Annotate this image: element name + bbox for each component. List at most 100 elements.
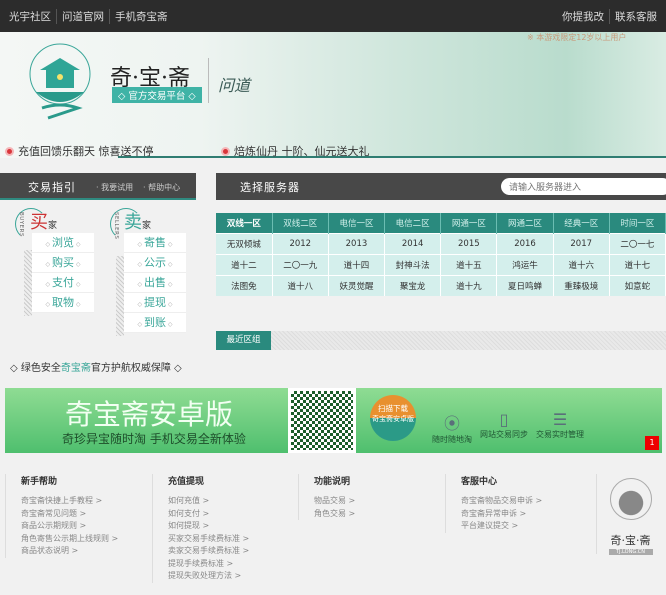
server-cell[interactable]: 道十五 bbox=[440, 253, 498, 275]
server-region-tab[interactable]: 网通二区 bbox=[496, 213, 554, 233]
notice-text[interactable]: 充值回馈乐翻天 惊喜送不停 bbox=[18, 143, 154, 159]
seller-step[interactable]: 提现 bbox=[124, 293, 186, 313]
footer-link[interactable]: 奇宝斋异常申诉 > bbox=[461, 508, 585, 521]
notice-item[interactable]: 焙炼仙丹 十阶、仙元送大礼 bbox=[221, 143, 370, 159]
server-cell[interactable]: 法图免 bbox=[216, 274, 273, 296]
server-cell[interactable]: 夏日鸣蝉 bbox=[496, 274, 554, 296]
nav-link-official-site[interactable]: 问道官网 bbox=[57, 9, 110, 24]
seller-step[interactable]: 寄售 bbox=[124, 233, 186, 253]
footer-link[interactable]: 奇宝斋物品交易申诉 > bbox=[461, 495, 585, 508]
server-cell[interactable]: 重臻极境 bbox=[553, 274, 610, 296]
scan-sublabel: 奇宝斋安卓版 bbox=[372, 415, 414, 423]
buyer-step[interactable]: 支付 bbox=[32, 273, 94, 293]
feature-label: 交易实时管理 bbox=[536, 430, 584, 439]
link-try[interactable]: · 我要试用 bbox=[96, 182, 133, 193]
nav-link-feedback[interactable]: 你提我改 bbox=[557, 9, 610, 24]
server-region-tab[interactable]: 电信二区 bbox=[384, 213, 442, 233]
server-cell[interactable]: 封神斗法 bbox=[384, 253, 442, 275]
footer-link[interactable]: 奇宝斋快捷上手教程 > bbox=[21, 495, 145, 508]
footer-link[interactable]: 角色寄售公示期上线规则 > bbox=[21, 533, 145, 546]
server-region-tab[interactable]: 电信一区 bbox=[328, 213, 386, 233]
server-region-tab[interactable]: 经典一区 bbox=[553, 213, 610, 233]
server-region-tab[interactable]: 双线二区 bbox=[272, 213, 329, 233]
server-cell[interactable]: 道十七 bbox=[609, 253, 666, 275]
server-cell[interactable]: 妖灵觉醒 bbox=[328, 274, 386, 296]
banner-page-indicator[interactable]: 1 bbox=[645, 436, 659, 450]
brand-subtitle: ◇ 官方交易平台 ◇ bbox=[112, 87, 202, 103]
buyers-heading: 买家 bbox=[30, 208, 57, 234]
server-select-title: 选择服务器 bbox=[240, 181, 300, 194]
footer-link[interactable]: 买家交易手续费标准 > bbox=[168, 533, 292, 546]
bullet-icon bbox=[221, 146, 230, 156]
footer-link[interactable]: 商品公示期规则 > bbox=[21, 520, 145, 533]
server-cell[interactable]: 道十二 bbox=[216, 253, 273, 275]
footer-column-title: 客服中心 bbox=[461, 477, 498, 487]
footer-logo-text: 奇·宝·斋 bbox=[610, 534, 651, 547]
server-cell[interactable]: 鸿运牛 bbox=[496, 253, 554, 275]
buyers-english-label: BUYERS bbox=[18, 212, 24, 237]
footer-column-title: 新手帮助 bbox=[21, 477, 58, 487]
server-cell[interactable]: 2014 bbox=[384, 232, 442, 254]
footer-link[interactable]: 提现手续费标准 > bbox=[168, 558, 292, 571]
buyer-step[interactable]: 取物 bbox=[32, 293, 94, 313]
server-cell[interactable]: 二〇一七 bbox=[609, 232, 666, 254]
server-table: 双线一区 双线二区 电信一区 电信二区 网通一区 网通二区 经典一区 时间一区 无双倾城 201… bbox=[216, 213, 666, 296]
footer-link[interactable]: 提现失败处理方法 > bbox=[168, 570, 292, 583]
footer-link[interactable]: 如何支付 > bbox=[168, 508, 292, 521]
footer-link[interactable]: 奇宝斋常见问题 > bbox=[21, 508, 145, 521]
buyer-step[interactable]: 购买 bbox=[32, 253, 94, 273]
nav-link-community[interactable]: 光宇社区 bbox=[4, 9, 57, 24]
server-region-tab[interactable]: 时间一区 bbox=[609, 213, 666, 233]
server-cell[interactable]: 2015 bbox=[440, 232, 498, 254]
footer-column-title: 充值提现 bbox=[168, 477, 205, 487]
server-cell[interactable]: 道十四 bbox=[328, 253, 386, 275]
server-cell[interactable]: 二〇一九 bbox=[272, 253, 329, 275]
server-row: 法图免 道十八 妖灵觉醒 聚宝龙 道十九 夏日鸣蝉 重臻极境 如意蛇 bbox=[216, 274, 666, 296]
server-cell[interactable]: 道十六 bbox=[553, 253, 610, 275]
buyer-step[interactable]: 浏览 bbox=[32, 233, 94, 253]
server-search-input[interactable] bbox=[501, 178, 666, 195]
server-cell[interactable]: 2012 bbox=[272, 232, 329, 254]
guarantee-post: 官方护航权威保障 ◇ bbox=[90, 363, 182, 374]
nav-link-support[interactable]: 联系客服 bbox=[610, 9, 662, 24]
feature-label: 随时随地淘 bbox=[432, 435, 472, 444]
server-cell[interactable]: 道十八 bbox=[272, 274, 329, 296]
seller-step[interactable]: 到账 bbox=[124, 313, 186, 333]
notice-item[interactable]: 充值回馈乐翻天 惊喜送不停 bbox=[5, 143, 154, 159]
sellers-suffix: 家 bbox=[142, 221, 152, 231]
seller-step[interactable]: 出售 bbox=[124, 273, 186, 293]
server-cell[interactable]: 2017 bbox=[553, 232, 610, 254]
footer-link[interactable]: 角色交易 > bbox=[314, 508, 438, 521]
footer-link[interactable]: 平台建议提交 > bbox=[461, 520, 585, 533]
nav-link-mobile[interactable]: 手机奇宝斋 bbox=[110, 9, 173, 24]
footer-link[interactable]: 商品状态说明 > bbox=[21, 545, 145, 558]
server-cell[interactable]: 如意蛇 bbox=[609, 274, 666, 296]
server-cell[interactable]: 2016 bbox=[496, 232, 554, 254]
divider bbox=[208, 58, 209, 103]
footer-column: 功能说明 物品交易 > 角色交易 > bbox=[298, 474, 438, 520]
server-cell[interactable]: 道十九 bbox=[440, 274, 498, 296]
server-cell[interactable]: 2013 bbox=[328, 232, 386, 254]
pavilion-logo-icon[interactable] bbox=[22, 42, 98, 122]
guarantee-pre: ◇ 绿色安全 bbox=[10, 363, 61, 374]
feature-manage: ☰ 交易实时管理 bbox=[536, 410, 584, 440]
game-logo[interactable]: 问道 bbox=[218, 72, 250, 96]
tab-recent-servers[interactable]: 最近区组 bbox=[216, 331, 271, 350]
server-cell[interactable]: 聚宝龙 bbox=[384, 274, 442, 296]
notice-text[interactable]: 焙炼仙丹 十阶、仙元送大礼 bbox=[234, 143, 370, 159]
footer-link[interactable]: 如何提现 > bbox=[168, 520, 292, 533]
link-help-center[interactable]: · 帮助中心 bbox=[143, 182, 180, 193]
footer-logo-url: TJ.LONG.CN bbox=[608, 549, 653, 555]
server-region-tab[interactable]: 网通一区 bbox=[440, 213, 498, 233]
devices-icon: ▯ bbox=[499, 410, 509, 429]
seller-step[interactable]: 公示 bbox=[124, 253, 186, 273]
sellers-heading: 卖家 bbox=[124, 208, 151, 234]
server-region-tab[interactable]: 双线一区 bbox=[216, 213, 273, 233]
server-cell[interactable]: 无双倾城 bbox=[216, 232, 273, 254]
footer-link[interactable]: 如何充值 > bbox=[168, 495, 292, 508]
footer-column: 新手帮助奇宝斋快捷上手教程 > 奇宝斋常见问题 > 商品公示期规则 > 角色寄售公示期… bbox=[5, 474, 145, 558]
footer-link[interactable]: 物品交易 > bbox=[314, 495, 438, 508]
footer-link[interactable]: 卖家交易手续费标准 > bbox=[168, 545, 292, 558]
banner-subtitle: 奇珍异宝随时淘 手机交易全新体验 bbox=[62, 432, 246, 446]
bullet-icon bbox=[5, 146, 14, 156]
